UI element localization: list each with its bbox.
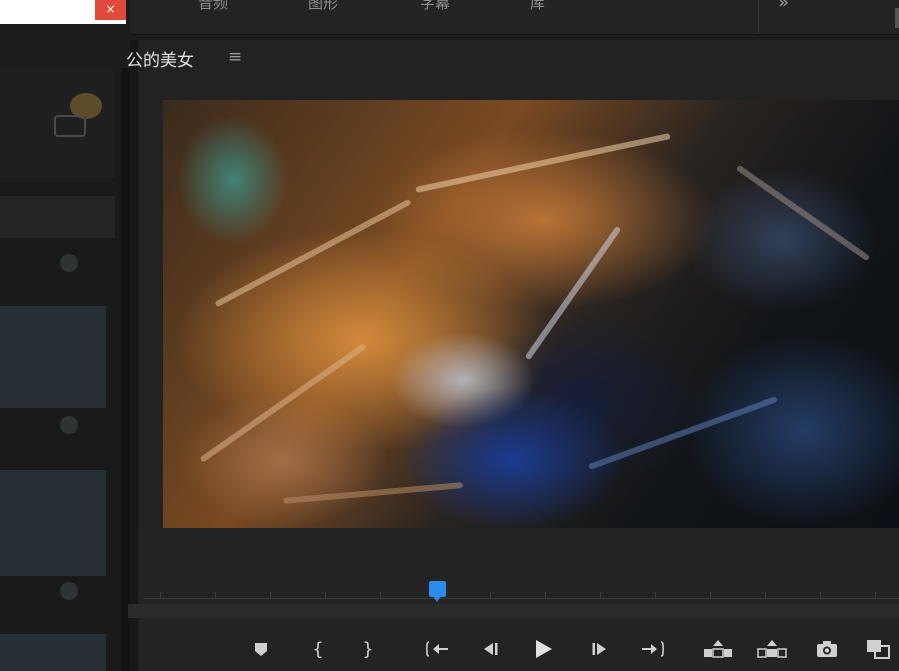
- project-scrollbar[interactable]: [122, 68, 130, 671]
- clip-badge-icon: [60, 582, 78, 600]
- motion-streak: [214, 198, 412, 308]
- motion-streak: [524, 225, 622, 361]
- clip-thumbnail[interactable]: [0, 470, 106, 576]
- ruler-tick: [820, 592, 821, 598]
- export-frame-button[interactable]: [814, 628, 840, 670]
- tab-graphics[interactable]: 图形: [308, 0, 338, 13]
- time-ruler[interactable]: [143, 598, 899, 599]
- extract-button[interactable]: [756, 628, 788, 670]
- ruler-tick: [545, 592, 546, 598]
- ruler-tick: [765, 592, 766, 598]
- step-back-icon: [484, 643, 498, 655]
- clip-badge-icon: [60, 254, 78, 272]
- ruler-tick: [655, 592, 656, 598]
- panel-edge: [895, 8, 899, 28]
- workspace-bar: 音频 图形 字幕 库 »: [130, 0, 899, 35]
- motion-streak: [735, 164, 871, 262]
- tab-libraries[interactable]: 库: [530, 0, 545, 13]
- go-to-out-icon: [642, 641, 664, 657]
- motion-streak: [199, 343, 367, 463]
- ruler-tick: [160, 592, 161, 598]
- clip-badge-icon: [60, 416, 78, 434]
- camera-icon: [817, 641, 837, 657]
- ruler-tick: [325, 592, 326, 598]
- motion-streak: [588, 395, 778, 471]
- playhead[interactable]: [429, 581, 446, 602]
- go-to-out-button[interactable]: [638, 628, 666, 670]
- compare-view-icon: [867, 640, 890, 659]
- bin-icon[interactable]: [52, 90, 104, 140]
- compare-view-button[interactable]: [864, 628, 894, 670]
- motion-streak: [283, 482, 463, 504]
- panel-divider[interactable]: [130, 40, 138, 671]
- tab-captions[interactable]: 字幕: [420, 0, 450, 13]
- clip-thumbnail[interactable]: [0, 634, 106, 671]
- ruler-tick: [710, 592, 711, 598]
- panel-menu-icon[interactable]: ≡: [228, 47, 242, 67]
- extract-icon: [757, 640, 787, 658]
- ruler-tick: [215, 592, 216, 598]
- ruler-tick: [600, 592, 601, 598]
- lift-icon: [704, 640, 732, 658]
- mark-in-icon: {: [312, 638, 324, 660]
- scrubber-area[interactable]: [138, 528, 899, 608]
- step-back-button[interactable]: [478, 628, 502, 670]
- go-to-in-icon: [426, 641, 448, 657]
- tab-audio[interactable]: 音频: [198, 0, 228, 13]
- video-frame[interactable]: [163, 100, 899, 528]
- go-to-in-button[interactable]: [424, 628, 452, 670]
- ruler-tick: [490, 592, 491, 598]
- close-button[interactable]: ×: [95, 0, 126, 20]
- ruler-tick: [270, 592, 271, 598]
- more-workspaces-icon[interactable]: »: [778, 0, 789, 13]
- list-item[interactable]: [0, 196, 115, 238]
- marker-icon: [255, 643, 267, 656]
- step-forward-icon: [592, 643, 606, 655]
- clip-thumbnail[interactable]: [0, 306, 106, 408]
- zoom-scrollbar[interactable]: [128, 604, 899, 618]
- lift-button[interactable]: [702, 628, 734, 670]
- mark-out-button[interactable]: }: [358, 628, 378, 670]
- play-button[interactable]: [530, 628, 556, 670]
- tab-divider: [758, 0, 759, 34]
- ruler-tick: [380, 592, 381, 598]
- motion-streak: [415, 133, 671, 193]
- play-icon: [536, 640, 552, 658]
- ruler-tick: [875, 592, 876, 598]
- mark-out-icon: }: [362, 638, 374, 660]
- mark-in-button[interactable]: {: [308, 628, 328, 670]
- monitor-title: 公的美女: [126, 51, 194, 71]
- close-icon: ×: [105, 2, 116, 16]
- add-marker-button[interactable]: [250, 628, 272, 670]
- step-forward-button[interactable]: [588, 628, 612, 670]
- project-panel: [0, 68, 122, 671]
- dialog-window: ×: [0, 0, 126, 24]
